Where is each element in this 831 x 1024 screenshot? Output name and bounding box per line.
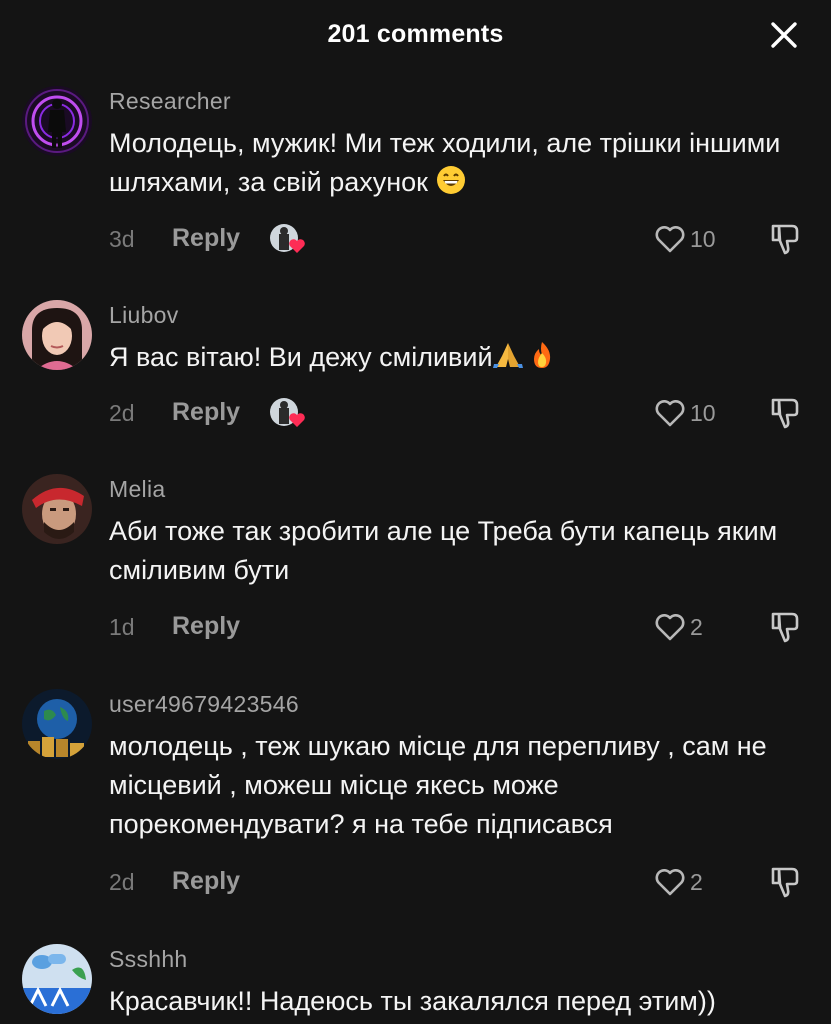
comment-text: Молодець, мужик! Ми теж ходили, але тріш… bbox=[109, 128, 781, 197]
heart-icon bbox=[655, 226, 685, 253]
comment-username[interactable]: Researcher bbox=[109, 88, 231, 115]
avatar[interactable] bbox=[22, 689, 92, 759]
dislike-icon[interactable] bbox=[768, 610, 802, 644]
comment-actions: 1d Reply 2 bbox=[0, 610, 831, 646]
cartoon-landscape-avatar bbox=[22, 944, 92, 1014]
avatar[interactable] bbox=[22, 944, 92, 1014]
comment-text: молодець , теж шукаю місце для перепливу… bbox=[109, 731, 767, 839]
creator-liked-icon bbox=[268, 222, 306, 256]
comment-time: 2d bbox=[109, 400, 135, 426]
reply-button[interactable]: Reply bbox=[172, 398, 240, 427]
like-count: 10 bbox=[690, 226, 716, 252]
grinning-face-emoji bbox=[436, 166, 465, 194]
comment-time: 3d bbox=[109, 226, 135, 252]
reply-button[interactable]: Reply bbox=[172, 224, 240, 253]
fire-emoji bbox=[533, 342, 550, 368]
avatar[interactable] bbox=[22, 474, 92, 544]
avatar[interactable] bbox=[22, 86, 92, 156]
comment-username[interactable]: user49679423546 bbox=[109, 691, 299, 718]
close-icon[interactable] bbox=[766, 17, 802, 53]
dislike-icon[interactable] bbox=[768, 396, 802, 430]
avatar[interactable] bbox=[22, 300, 92, 370]
comment-time: 1d bbox=[109, 614, 135, 640]
comment-text: Я вас вітаю! Ви дежу сміливий bbox=[109, 338, 799, 377]
heart-icon bbox=[655, 614, 685, 641]
creator-liked-icon bbox=[268, 396, 306, 430]
like-count: 10 bbox=[690, 400, 716, 426]
comment-username[interactable]: Melia bbox=[109, 476, 165, 503]
man-red-cap-avatar bbox=[22, 474, 92, 544]
comments-header: 201 comments bbox=[0, 0, 831, 68]
comment-username[interactable]: Ssshhh bbox=[109, 946, 188, 973]
comment-username[interactable]: Liubov bbox=[109, 302, 179, 329]
comment-actions: 2d Reply 2 bbox=[0, 865, 831, 901]
comment-actions: 2d Reply 10 bbox=[0, 396, 831, 432]
reply-button[interactable]: Reply bbox=[172, 867, 240, 896]
globe-coins-avatar bbox=[22, 689, 92, 759]
praying-hands-emoji bbox=[492, 343, 523, 368]
comment-actions: 3d Reply 10 bbox=[0, 222, 831, 258]
woman-portrait-avatar bbox=[22, 300, 92, 370]
comments-count-title: 201 comments bbox=[327, 20, 504, 48]
comment-time: 2d bbox=[109, 869, 135, 895]
heart-icon bbox=[655, 400, 685, 427]
dislike-icon[interactable] bbox=[768, 865, 802, 899]
comment-text: Красавчик!! Надеюсь ты закалялся перед э… bbox=[109, 986, 716, 1016]
reply-button[interactable]: Reply bbox=[172, 612, 240, 641]
dislike-icon[interactable] bbox=[768, 222, 802, 256]
like-count: 2 bbox=[690, 614, 703, 640]
heart-icon bbox=[655, 869, 685, 896]
like-count: 2 bbox=[690, 869, 703, 895]
silhouette-neon-ring-avatar bbox=[22, 86, 92, 156]
comment-text: Аби тоже так зробити але це Треба бути к… bbox=[109, 516, 778, 585]
